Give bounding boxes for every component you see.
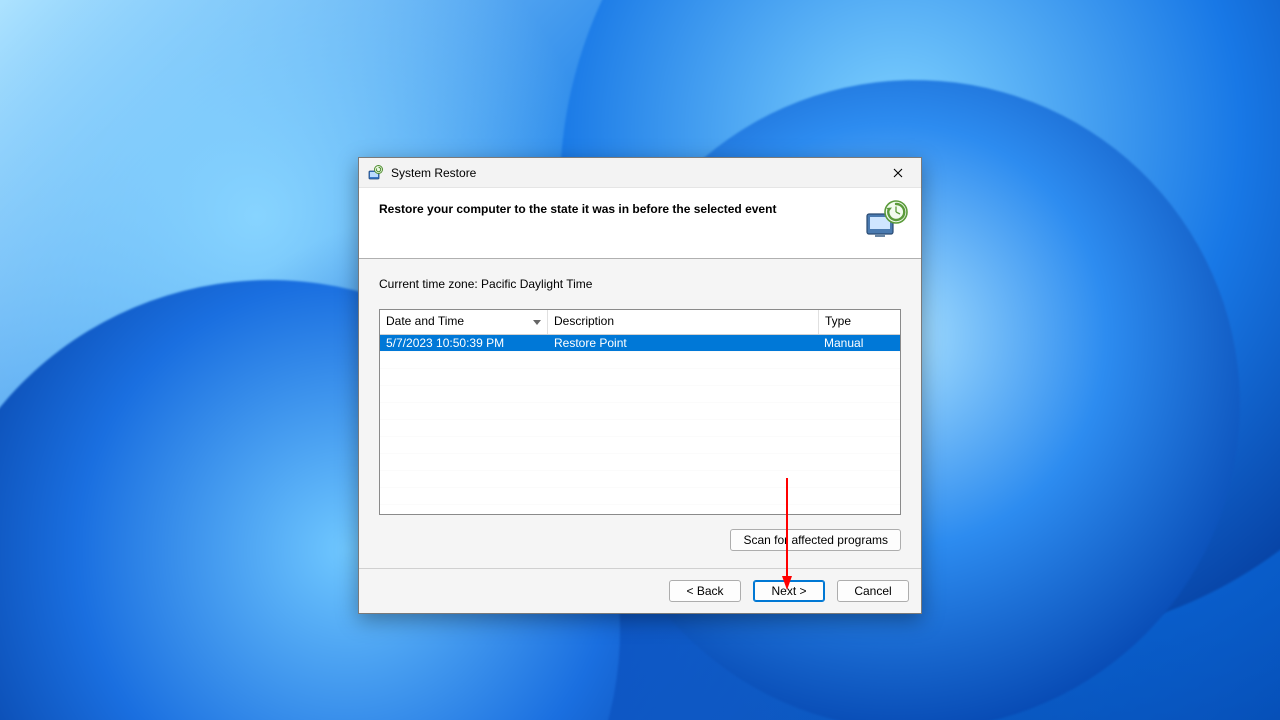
timezone-label: Current time zone: Pacific Daylight Time bbox=[379, 277, 901, 291]
scan-button-row: Scan for affected programs bbox=[379, 529, 901, 551]
wizard-heading: Restore your computer to the state it wa… bbox=[379, 200, 863, 216]
column-header-date-label: Date and Time bbox=[386, 314, 464, 328]
close-button[interactable] bbox=[875, 158, 921, 187]
wizard-footer: < Back Next > Cancel bbox=[359, 568, 921, 613]
column-header-description[interactable]: Description bbox=[548, 310, 819, 334]
cell-date: 5/7/2023 10:50:39 PM bbox=[380, 335, 548, 351]
wizard-body: Current time zone: Pacific Daylight Time… bbox=[359, 259, 921, 568]
titlebar[interactable]: System Restore bbox=[359, 158, 921, 188]
cell-description: Restore Point bbox=[548, 335, 818, 351]
restore-points-list[interactable]: Date and Time Description Type 5/7/2023 bbox=[379, 309, 901, 515]
column-header-type[interactable]: Type bbox=[819, 310, 900, 334]
cancel-button[interactable]: Cancel bbox=[837, 580, 909, 602]
column-header-date[interactable]: Date and Time bbox=[380, 310, 548, 334]
column-header-type-label: Type bbox=[825, 314, 851, 328]
sort-descending-icon bbox=[533, 315, 541, 329]
wizard-header: Restore your computer to the state it wa… bbox=[359, 188, 921, 259]
system-restore-large-icon bbox=[863, 200, 909, 240]
list-header: Date and Time Description Type bbox=[380, 310, 900, 335]
list-rows: 5/7/2023 10:50:39 PM Restore Point Manua… bbox=[380, 335, 900, 514]
close-icon bbox=[893, 168, 903, 178]
restore-point-row[interactable]: 5/7/2023 10:50:39 PM Restore Point Manua… bbox=[380, 335, 900, 351]
back-button[interactable]: < Back bbox=[669, 580, 741, 602]
column-header-description-label: Description bbox=[554, 314, 614, 328]
next-button[interactable]: Next > bbox=[753, 580, 825, 602]
cell-type: Manual bbox=[818, 335, 900, 351]
window-title: System Restore bbox=[391, 166, 875, 180]
scan-affected-programs-button[interactable]: Scan for affected programs bbox=[730, 529, 901, 551]
desktop-wallpaper: System Restore Restore your computer to … bbox=[0, 0, 1280, 720]
system-restore-dialog: System Restore Restore your computer to … bbox=[358, 157, 922, 614]
system-restore-icon bbox=[367, 165, 383, 181]
